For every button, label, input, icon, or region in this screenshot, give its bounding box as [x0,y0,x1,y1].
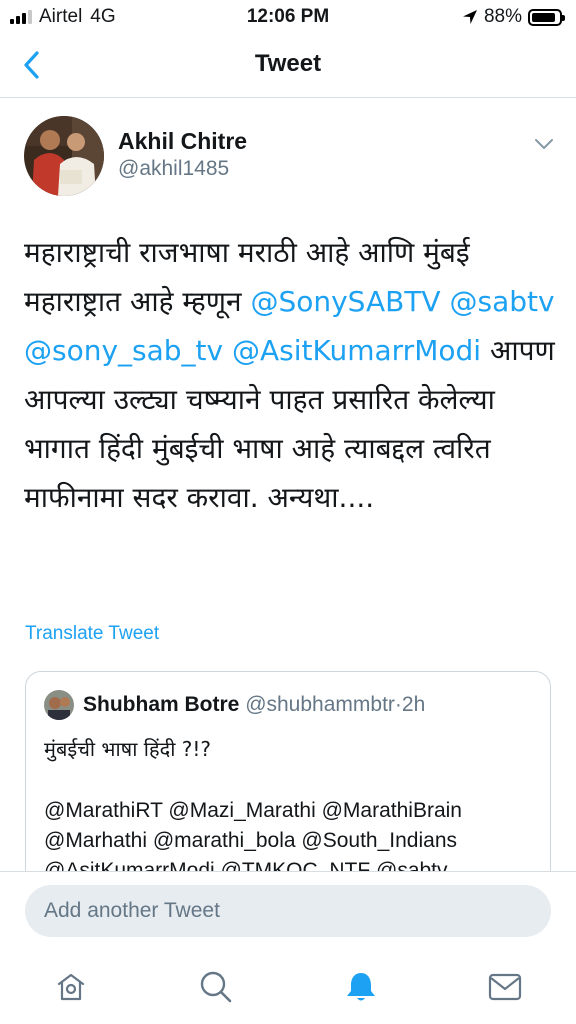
tab-notifications[interactable] [343,969,379,1005]
meta-separator: · [394,693,402,716]
quoted-tweet-card[interactable]: Shubham Botre @shubhammbtr·2h मुंबईची भा… [25,671,551,901]
translate-tweet-link[interactable]: Translate Tweet [25,623,159,645]
home-icon [57,973,85,1001]
add-tweet-input[interactable] [25,885,551,937]
quoted-author-name: Shubham Botre [83,693,240,716]
author-avatar[interactable] [24,116,104,196]
quoted-tweet-age: 2h [401,693,426,716]
nav-bar: Tweet [0,34,576,98]
mail-icon [488,973,522,1001]
quoted-avatar-photo [44,690,74,720]
quoted-author-avatar [44,690,74,720]
author-handle[interactable]: @akhil1485 [118,157,229,181]
chevron-down-icon [535,139,553,149]
mention-link[interactable]: @sony_sab_tv [24,334,223,367]
location-arrow-icon [462,10,477,24]
mention-link[interactable]: @SonySABTV [250,285,440,318]
tab-search[interactable] [198,969,234,1005]
mention-link[interactable]: @AsitKumarrModi [232,334,481,367]
search-icon [200,971,232,1003]
tweet-text: महाराष्ट्राची राजभाषा मराठी आहे आणि मुंब… [24,228,558,522]
bell-icon [347,973,375,1001]
tweet-options-button[interactable] [530,134,558,154]
quoted-tweet-text: मुंबईची भाषा हिंदी ?!? [44,737,211,761]
tab-home[interactable] [53,969,89,1005]
battery-fill [532,12,555,22]
status-bar: Airtel 4G 12:06 PM 88% [0,0,576,34]
page-title: Tweet [254,50,322,77]
quoted-author-handle: @shubhammbtr [245,693,395,716]
bottom-bar [0,871,576,1024]
tab-messages[interactable] [487,969,523,1005]
mention-link[interactable]: @sabtv [449,285,554,318]
status-right: 88% [462,6,565,28]
author-name[interactable]: Akhil Chitre [118,128,247,155]
avatar-photo [24,116,104,196]
quoted-tweet-header: Shubham Botre @shubhammbtr·2h [83,693,425,717]
battery-percent: 88% [483,6,522,27]
battery-icon [528,8,565,26]
